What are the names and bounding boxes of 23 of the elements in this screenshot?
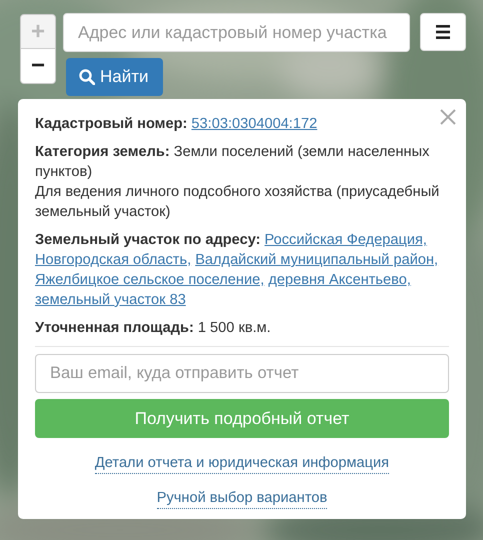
address-link[interactable]: Яжелбицкое сельское поселение, [35, 272, 264, 288]
address-link[interactable]: Российская Федерация, [264, 232, 427, 248]
info-text: Категория земель: Земли поселений (земли населенных пунктов) [35, 144, 430, 180]
email-field[interactable]: Ваш email, куда отправить отчет [35, 354, 449, 393]
address-link[interactable]: Новгородская область, [35, 252, 192, 268]
field-label: Земельный участок по адресу: [35, 232, 260, 248]
info-text: Уточненная площадь: 1 500 кв.м. [35, 320, 271, 336]
info-link[interactable]: Детали отчета и юридическая информация [94, 453, 390, 474]
info-link[interactable]: Ручной выбор вариантов [156, 488, 328, 509]
menu-button[interactable] [420, 13, 466, 51]
search-icon [79, 69, 95, 85]
address-link[interactable]: земельный участок 83 [35, 292, 186, 308]
get-report-button[interactable]: Получить подробный отчет [35, 399, 449, 438]
cadastral-number-link[interactable]: 53:03:0304004:172 [191, 116, 318, 132]
menu-icon [436, 25, 450, 39]
zoom-out-button[interactable]: − [20, 49, 56, 84]
find-button[interactable]: Найти [66, 58, 163, 96]
address-link[interactable]: деревня Аксентьево, [268, 272, 411, 288]
search-field[interactable]: Адрес или кадастровый номер участка [63, 13, 410, 52]
close-icon [440, 109, 456, 126]
land-use-text: Для ведения личного подсобного хозяйства (приусадебный земельный участок) [35, 184, 440, 220]
address-link[interactable]: Валдайский муниципальный район, [195, 252, 438, 268]
field-label: Кадастровый номер: [35, 116, 188, 132]
